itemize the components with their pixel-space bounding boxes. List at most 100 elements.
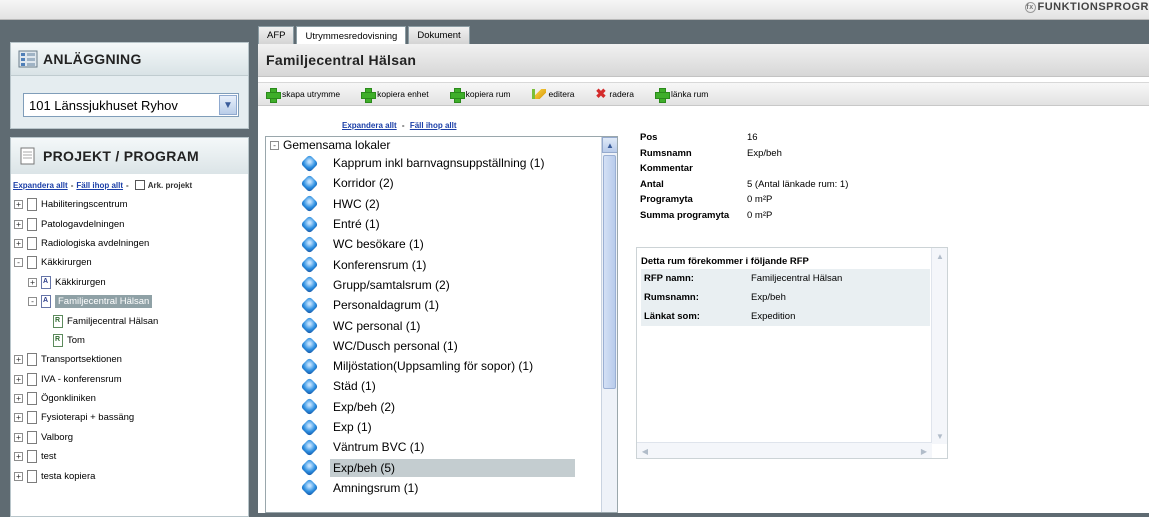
room-details: Pos16 RumsnamnExp/beh Kommentar Antal5 (…: [640, 130, 848, 223]
room-item[interactable]: Exp/beh (2): [266, 397, 617, 417]
room-item[interactable]: Grupp/samtalsrum (2): [266, 275, 617, 295]
collapse-icon[interactable]: -: [270, 141, 279, 150]
tree-item-valborg[interactable]: +Valborg: [14, 428, 158, 447]
room-item[interactable]: Amningsrum (1): [266, 478, 617, 498]
scroll-up-icon[interactable]: ▲: [602, 137, 618, 153]
copy-unit-button[interactable]: kopiera enhet: [361, 88, 429, 101]
facility-select[interactable]: 101 Länssjukhuset Ryhov ▼: [23, 93, 239, 117]
function-program-label[interactable]: fxFUNKTIONSPROGR: [1025, 1, 1149, 13]
tab-dokument[interactable]: Dokument: [408, 26, 469, 44]
edit-button[interactable]: editera: [532, 89, 575, 99]
expand-icon[interactable]: +: [14, 220, 23, 229]
rooms-scrollbar[interactable]: ▲: [601, 137, 617, 512]
plus-icon: [361, 88, 374, 101]
anlaggning-header: ANLÄGGNING: [11, 43, 248, 76]
rfp-doc-icon: [53, 334, 63, 347]
room-item[interactable]: Exp (1): [266, 417, 617, 437]
tree-item-radiologiska[interactable]: +Radiologiska avdelningen: [14, 234, 158, 253]
expand-icon[interactable]: +: [14, 413, 23, 422]
delete-button[interactable]: ✖radera: [596, 89, 634, 99]
tree-item-ogonkliniken[interactable]: +Ögonkliniken: [14, 389, 158, 408]
link-room-label: länka rum: [671, 89, 708, 99]
room-group-label: Gemensama lokaler: [283, 138, 390, 152]
expand-all-link[interactable]: Expandera allt: [13, 181, 68, 190]
expand-icon[interactable]: +: [14, 433, 23, 442]
projekt-tree: +Habiliteringscentrum +Patologavdelninge…: [14, 195, 158, 486]
detail-kommentar: Kommentar: [640, 161, 848, 177]
room-cube-icon: [300, 377, 318, 395]
rooms-collapse-all-link[interactable]: Fäll ihop allt: [410, 121, 457, 130]
room-item[interactable]: WC/Dusch personal (1): [266, 336, 617, 356]
expand-icon[interactable]: +: [14, 239, 23, 248]
room-item-label: WC personal (1): [333, 319, 420, 333]
anlaggning-panel: ANLÄGGNING 101 Länssjukhuset Ryhov ▼: [10, 42, 249, 129]
tab-utrymmesredovisning[interactable]: Utrymmesredovisning: [296, 26, 406, 45]
detail-key: Antal: [640, 179, 747, 190]
room-item-label: Entré (1): [333, 217, 380, 231]
room-item[interactable]: Miljöstation(Uppsamling för sopor) (1): [266, 356, 617, 376]
room-item[interactable]: Städ (1): [266, 376, 617, 396]
delete-label: radera: [609, 89, 634, 99]
tree-item-fysioterapi[interactable]: +Fysioterapi + bassäng: [14, 408, 158, 427]
rooms-expand-all-link[interactable]: Expandera allt: [342, 121, 397, 130]
folder-doc-icon: [27, 256, 37, 269]
tree-item-kakkirurgen-sub[interactable]: +Käkkirurgen: [14, 273, 158, 292]
rfp-value: Exp/beh: [751, 292, 786, 303]
scroll-down-icon[interactable]: ▼: [932, 428, 948, 444]
create-space-button[interactable]: skapa utrymme: [266, 88, 340, 101]
collapse-icon[interactable]: -: [14, 258, 23, 267]
chevron-down-icon[interactable]: ▼: [219, 95, 237, 115]
expand-icon[interactable]: +: [14, 394, 23, 403]
tree-item-kakkirurgen[interactable]: -Käkkirurgen: [14, 253, 158, 272]
collapse-icon[interactable]: -: [28, 297, 37, 306]
expand-icon[interactable]: +: [28, 278, 37, 287]
room-item-label: WC/Dusch personal (1): [333, 339, 458, 353]
main-panel: Familjecentral Hälsan skapa utrymme kopi…: [258, 44, 1149, 513]
room-item[interactable]: Entré (1): [266, 214, 617, 234]
scroll-left-icon[interactable]: ◀: [637, 443, 653, 459]
expand-icon[interactable]: +: [14, 472, 23, 481]
room-item-label: Korridor (2): [333, 176, 394, 190]
scroll-right-icon[interactable]: ▶: [916, 443, 932, 459]
tree-item-transportsektionen[interactable]: +Transportsektionen: [14, 350, 158, 369]
tree-item-patologavdelningen[interactable]: +Patologavdelningen: [14, 214, 158, 233]
expand-icon[interactable]: +: [14, 355, 23, 364]
folder-doc-icon: [27, 431, 37, 444]
top-bar: fxFUNKTIONSPROGR: [0, 0, 1149, 20]
separator: -: [126, 181, 129, 190]
room-item[interactable]: Korridor (2): [266, 173, 617, 193]
scroll-up-icon[interactable]: ▲: [932, 248, 948, 264]
room-cube-icon: [300, 296, 318, 314]
link-room-button[interactable]: länka rum: [655, 88, 708, 101]
tree-item-familjecentral-rfp[interactable]: Familjecentral Hälsan: [14, 311, 158, 330]
tree-item-habiliteringscentrum[interactable]: +Habiliteringscentrum: [14, 195, 158, 214]
plus-icon: [450, 88, 463, 101]
room-item[interactable]: Personaldagrum (1): [266, 295, 617, 315]
expand-icon[interactable]: +: [14, 452, 23, 461]
tree-item-testa-kopiera[interactable]: +testa kopiera: [14, 466, 158, 485]
rfp-horizontal-scrollbar[interactable]: ◀ ▶: [637, 442, 932, 458]
tree-item-familjecentral[interactable]: -Familjecentral Hälsan: [14, 292, 158, 311]
ark-projekt-checkbox[interactable]: [135, 180, 145, 190]
room-item[interactable]: Väntrum BVC (1): [266, 437, 617, 457]
tree-item-iva[interactable]: +IVA - konferensrum: [14, 370, 158, 389]
tree-item-tom[interactable]: Tom: [14, 331, 158, 350]
rfp-vertical-scrollbar[interactable]: ▲ ▼: [931, 248, 947, 444]
collapse-all-link[interactable]: Fäll ihop allt: [76, 181, 123, 190]
copy-room-button[interactable]: kopiera rum: [450, 88, 511, 101]
tab-afp[interactable]: AFP: [258, 26, 294, 44]
room-item[interactable]: WC besökare (1): [266, 234, 617, 254]
room-item[interactable]: WC personal (1): [266, 315, 617, 335]
scroll-thumb[interactable]: [603, 155, 616, 389]
room-item[interactable]: Kapprum inkl barnvagnsuppställning (1): [266, 153, 617, 173]
expand-icon[interactable]: +: [14, 200, 23, 209]
tree-item-test[interactable]: +test: [14, 447, 158, 466]
room-item[interactable]: HWC (2): [266, 194, 617, 214]
plus-icon: [655, 88, 668, 101]
expand-icon[interactable]: +: [14, 375, 23, 384]
room-group-gemensama[interactable]: - Gemensama lokaler: [266, 137, 617, 153]
room-item-selected[interactable]: Exp/beh (5): [266, 457, 617, 477]
detail-value: 0 m²P: [747, 210, 772, 221]
room-item[interactable]: Konferensrum (1): [266, 254, 617, 274]
detail-key: Pos: [640, 132, 747, 143]
